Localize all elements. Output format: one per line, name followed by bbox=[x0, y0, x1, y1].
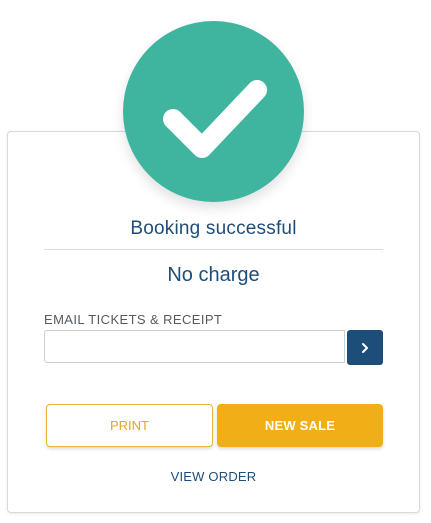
new-sale-button[interactable]: NEW SALE bbox=[217, 404, 383, 447]
email-field-label: EMAIL TICKETS & RECEIPT bbox=[44, 312, 223, 327]
charge-amount: No charge bbox=[167, 264, 260, 286]
print-button[interactable]: PRINT bbox=[46, 404, 213, 447]
checkmark-icon bbox=[163, 80, 267, 158]
success-badge bbox=[123, 21, 304, 202]
chevron-right-icon bbox=[362, 342, 368, 353]
email-field[interactable] bbox=[44, 330, 345, 363]
send-email-button[interactable] bbox=[347, 330, 383, 365]
booking-status-title: Booking successful bbox=[130, 218, 297, 239]
divider bbox=[44, 249, 383, 250]
view-order-link[interactable]: VIEW ORDER bbox=[44, 469, 383, 484]
